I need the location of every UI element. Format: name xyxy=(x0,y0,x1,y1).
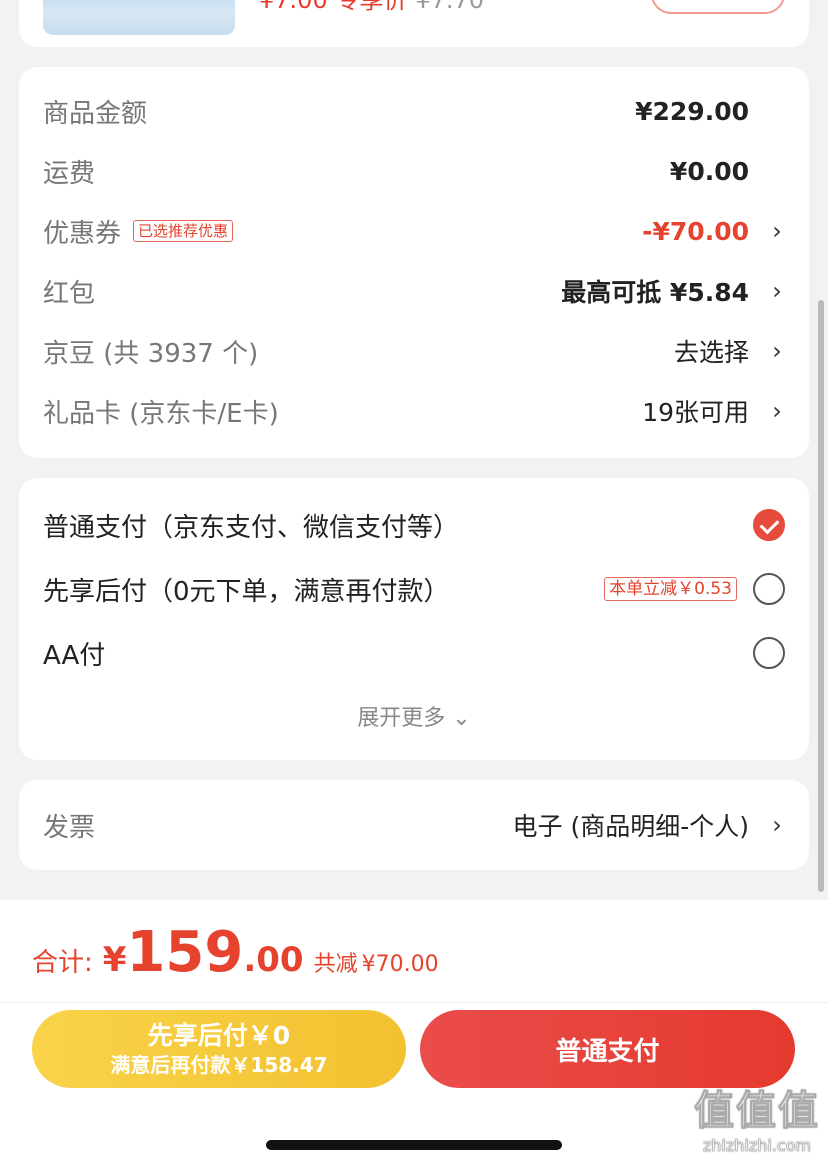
radio-unchecked-icon[interactable] xyxy=(753,573,785,605)
chevron-right-icon: › xyxy=(772,277,782,305)
total-currency: ¥ xyxy=(102,940,127,980)
shipping-value: ¥0.00 xyxy=(669,156,749,186)
jingdou-row[interactable]: 京豆 (共 3937 个) 去选择 › xyxy=(43,331,785,371)
gift-card-row[interactable]: 礼品卡 (京东卡/E卡) 19张可用 › xyxy=(43,391,785,431)
expand-more-button[interactable]: 展开更多 ⌄ xyxy=(19,700,809,732)
chevron-right-icon: › xyxy=(772,397,782,425)
chevron-right-icon: › xyxy=(772,217,782,245)
payment-option-label: 先享后付（0元下单，满意再付款） xyxy=(43,576,450,607)
goods-amount-label: 商品金额 xyxy=(43,98,148,129)
payment-option-normal[interactable]: 普通支付（京东支付、微信支付等） xyxy=(43,503,785,547)
jingdou-label: 京豆 (共 3937 个) xyxy=(43,338,259,369)
saved-amount: ¥70.00 xyxy=(361,952,439,977)
pay-later-discount-tag: 本单立减￥0.53 xyxy=(604,577,737,601)
shipping-row: 运费 ¥0.00 xyxy=(43,151,785,191)
shipping-label: 运费 xyxy=(43,158,96,189)
invoice-card[interactable]: 发票 电子 (商品明细-个人) › xyxy=(19,780,809,870)
gift-card-value: 19张可用 xyxy=(642,398,749,427)
product-price: ¥7.00 专享价 xyxy=(259,0,408,14)
product-card: ¥7.00 专享价 ¥7.70 xyxy=(19,0,809,47)
product-price-snippet: ¥7.00 专享价 ¥7.70 xyxy=(259,0,484,15)
red-packet-label: 红包 xyxy=(43,278,96,309)
product-thumbnail[interactable] xyxy=(43,0,235,35)
amount-detail-card: 商品金额 ¥229.00 运费 ¥0.00 优惠券 已选推荐优惠 -¥70.00… xyxy=(19,67,809,458)
total-label: 合计: xyxy=(32,948,93,978)
scrollbar[interactable] xyxy=(818,300,824,892)
red-packet-row[interactable]: 红包 最高可抵 ¥5.84 › xyxy=(43,271,785,311)
coupon-value: -¥70.00 xyxy=(642,216,749,246)
invoice-value: 电子 (商品明细-个人) xyxy=(512,812,749,841)
coupon-recommend-tag: 已选推荐优惠 xyxy=(133,220,234,242)
chevron-right-icon: › xyxy=(772,337,782,365)
payment-method-card: 普通支付（京东支付、微信支付等） 先享后付（0元下单，满意再付款） 本单立减￥0… xyxy=(19,478,809,760)
product-original-price: ¥7.70 xyxy=(415,0,485,14)
total-integer: 159 xyxy=(126,920,244,985)
pay-later-title: 先享后付￥0 xyxy=(147,1021,291,1050)
chevron-right-icon: › xyxy=(772,811,782,839)
payment-option-label: AA付 xyxy=(43,640,106,671)
invoice-row[interactable]: 发票 电子 (商品明细-个人) › xyxy=(43,805,785,845)
payment-option-pay-later[interactable]: 先享后付（0元下单，满意再付款） 本单立减￥0.53 xyxy=(43,567,785,611)
total-decimal: .00 xyxy=(243,940,304,980)
pay-later-button[interactable]: 先享后付￥0 满意后再付款￥158.47 xyxy=(32,1010,406,1088)
payment-option-label: 普通支付（京东支付、微信支付等） xyxy=(43,512,460,543)
coupon-row[interactable]: 优惠券 已选推荐优惠 -¥70.00 › xyxy=(43,211,785,251)
jingdou-value: 去选择 xyxy=(673,338,749,367)
red-packet-value: 最高可抵 ¥5.84 xyxy=(561,278,749,307)
divider xyxy=(0,1002,828,1003)
product-action-button[interactable] xyxy=(651,0,785,14)
home-indicator[interactable] xyxy=(266,1140,562,1150)
gift-card-label: 礼品卡 (京东卡/E卡) xyxy=(43,398,279,429)
radio-unchecked-icon[interactable] xyxy=(753,637,785,669)
checkout-bar: 合计: ¥ 159 .00 共减 ¥70.00 先享后付￥0 满意后再付款￥15… xyxy=(0,900,828,1166)
pay-later-subtitle: 满意后再付款￥158.47 xyxy=(110,1053,328,1077)
watermark-url: zhizhizhi.com xyxy=(702,1136,812,1156)
payment-option-aa[interactable]: AA付 xyxy=(43,631,785,675)
watermark-logo: 值值值 xyxy=(694,1088,820,1135)
total-line: 合计: ¥ 159 .00 共减 ¥70.00 xyxy=(32,920,439,990)
normal-pay-button[interactable]: 普通支付 xyxy=(420,1010,795,1088)
invoice-label: 发票 xyxy=(43,812,96,843)
goods-amount-value: ¥229.00 xyxy=(635,96,749,126)
goods-amount-row: 商品金额 ¥229.00 xyxy=(43,91,785,131)
saved-label: 共减 xyxy=(313,952,358,977)
watermark: 值值值 zhizhizhi.com xyxy=(694,1078,820,1156)
coupon-label: 优惠券 xyxy=(43,218,122,249)
check-circle-icon[interactable] xyxy=(753,509,785,541)
